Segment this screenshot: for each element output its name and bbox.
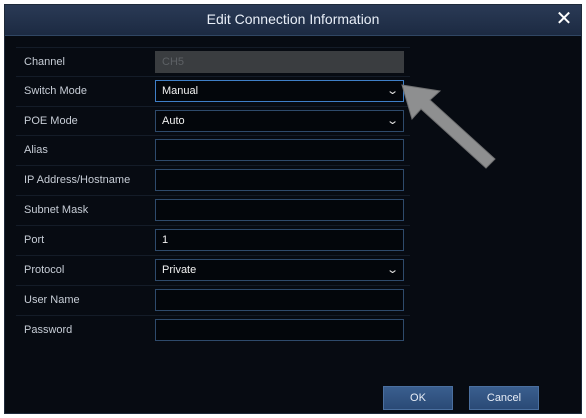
ip-address-field[interactable] [155,169,404,191]
port-field[interactable]: 1 [155,229,404,251]
protocol-select[interactable]: Private ⌄ [155,259,404,281]
row-ip-address: IP Address/Hostname [16,165,410,195]
row-alias: Alias [16,135,410,165]
password-field[interactable] [155,319,404,341]
row-port: Port 1 [16,225,410,255]
port-label: Port [24,234,45,246]
poe-mode-label: POE Mode [24,115,78,127]
row-switch-mode: Switch Mode Manual ⌄ [16,76,410,106]
row-protocol: Protocol Private ⌄ [16,255,410,285]
switch-mode-label: Switch Mode [24,85,87,97]
user-name-label: User Name [24,294,80,306]
row-channel: Channel CH5 [16,47,410,77]
alias-label: Alias [24,144,48,156]
channel-label: Channel [24,56,65,68]
cancel-button[interactable]: Cancel [469,386,539,410]
poe-mode-value: Auto [162,115,185,127]
row-subnet-mask: Subnet Mask [16,195,410,225]
close-icon[interactable]: ✕ [553,7,575,31]
switch-mode-value: Manual [162,85,199,97]
ok-button[interactable]: OK [383,386,453,410]
subnet-mask-label: Subnet Mask [24,204,89,216]
dialog-titlebar: Edit Connection Information ✕ [5,5,581,36]
password-label: Password [24,324,73,336]
row-user-name: User Name [16,285,410,315]
protocol-label: Protocol [24,264,65,276]
user-name-field[interactable] [155,289,404,311]
row-poe-mode: POE Mode Auto ⌄ [16,106,410,136]
poe-mode-select[interactable]: Auto ⌄ [155,110,404,132]
edit-connection-dialog: Edit Connection Information ✕ Channel CH… [4,4,582,414]
row-password: Password [16,315,410,345]
switch-mode-select[interactable]: Manual ⌄ [155,80,404,102]
alias-field[interactable] [155,139,404,161]
chevron-down-icon: ⌄ [385,115,399,127]
subnet-mask-field[interactable] [155,199,404,221]
channel-field: CH5 [155,51,404,73]
dialog-title: Edit Connection Information [206,11,380,27]
arrow-pointer-icon [401,84,496,169]
protocol-value: Private [162,264,197,276]
chevron-down-icon: ⌄ [385,85,399,97]
ip-address-label: IP Address/Hostname [24,174,131,186]
chevron-down-icon: ⌄ [385,264,399,276]
